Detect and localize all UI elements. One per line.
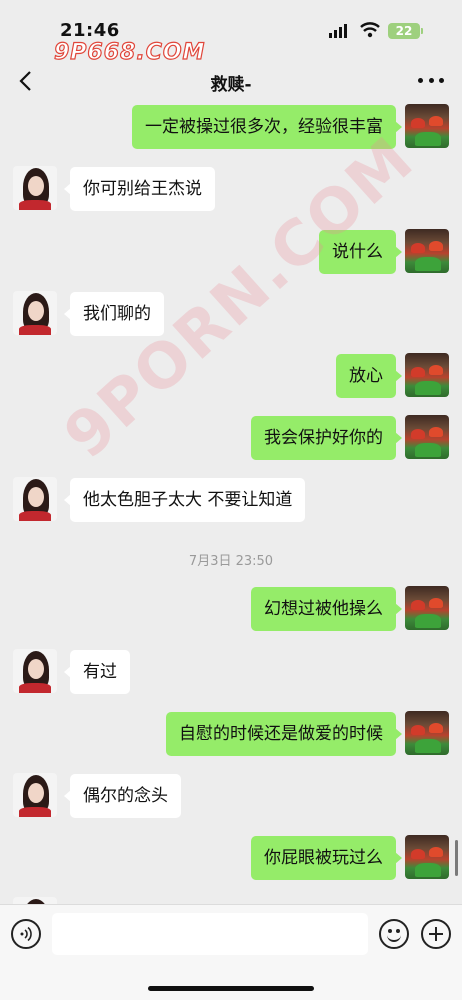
my-avatar[interactable] xyxy=(405,229,449,273)
message-bubble-sent[interactable]: 幻想过被他操么 xyxy=(251,587,402,631)
my-avatar[interactable] xyxy=(405,711,449,755)
message-bubble-received[interactable]: 他太色胆子太大 不要让知道 xyxy=(63,478,306,522)
contact-avatar[interactable] xyxy=(13,291,57,335)
message-timestamp: 7月3日 23:50 xyxy=(188,554,274,569)
emoji-icon xyxy=(388,929,392,933)
signal-icon xyxy=(329,24,347,38)
emoji-button[interactable] xyxy=(379,919,409,949)
message-bubble-sent[interactable]: 自慰的时候还是做爱的时候 xyxy=(166,712,402,756)
more-dots-icon xyxy=(418,77,423,83)
message-bubble-sent[interactable]: 你屁眼被玩过么 xyxy=(251,836,402,880)
my-avatar[interactable] xyxy=(405,586,449,630)
message-bubble-received[interactable]: 有过 xyxy=(64,650,130,694)
message-bubble-received[interactable]: 偶尔的念头 xyxy=(64,774,181,818)
contact-avatar[interactable] xyxy=(13,166,57,210)
contact-avatar[interactable] xyxy=(13,773,57,817)
wifi-icon xyxy=(360,22,380,38)
message-bubble-sent[interactable]: 说什么 xyxy=(319,230,402,274)
my-avatar[interactable] xyxy=(405,104,449,148)
chat-title: 救赎- xyxy=(210,75,252,95)
my-avatar[interactable] xyxy=(405,835,449,879)
more-button[interactable] xyxy=(418,70,444,90)
message-bubble-sent[interactable]: 我会保护好你的 xyxy=(251,416,402,460)
message-bubble-received[interactable]: 你可别给王杰说 xyxy=(64,167,215,211)
status-time: 21:46 xyxy=(60,20,120,41)
contact-avatar[interactable] xyxy=(13,477,57,521)
contact-avatar[interactable] xyxy=(13,897,57,904)
chat-message-list[interactable]: 一定被操过很多次，经验很丰富 你可别给王杰说 说什么 我们聊的 放心 我会保护好… xyxy=(0,98,462,904)
message-bubble-received[interactable]: 我们聊的 xyxy=(64,292,164,336)
contact-avatar[interactable] xyxy=(13,649,57,693)
chat-scrollbar[interactable] xyxy=(455,840,458,876)
my-avatar[interactable] xyxy=(405,415,449,459)
status-bar: 21:46 9P668.COM 22 xyxy=(0,0,462,66)
voice-button[interactable] xyxy=(11,919,41,949)
message-input[interactable] xyxy=(52,913,368,955)
plus-button[interactable] xyxy=(421,919,451,949)
message-bubble-sent[interactable]: 放心 xyxy=(336,354,402,398)
my-avatar[interactable] xyxy=(405,353,449,397)
battery-icon: 22 xyxy=(388,23,423,39)
home-indicator[interactable] xyxy=(148,986,314,991)
voice-icon xyxy=(20,926,32,942)
message-bubble-sent[interactable]: 一定被操过很多次，经验很丰富 xyxy=(132,105,402,149)
